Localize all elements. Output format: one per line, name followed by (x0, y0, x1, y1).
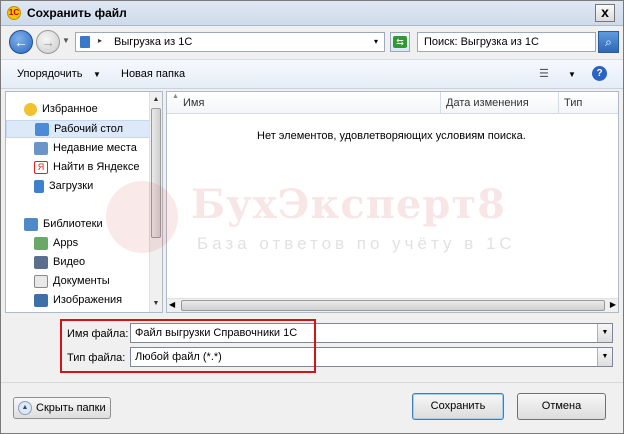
save-button[interactable]: Сохранить (412, 393, 504, 420)
nav-item-label: Документы (53, 275, 110, 287)
column-header-type[interactable]: Тип (559, 92, 618, 114)
nav-item-label: Видео (53, 256, 86, 268)
close-button[interactable]: x (595, 4, 615, 22)
nav-item-apps[interactable]: Apps (34, 234, 78, 252)
nav-item-desktop[interactable]: Рабочий стол (6, 120, 150, 138)
documents-icon (34, 274, 48, 288)
history-dropdown-icon[interactable]: ▼ (62, 36, 70, 45)
watermark-logo-icon (106, 181, 178, 253)
command-toolbar: Упорядочить ▼ Новая папка ☰ ▼ ? (1, 59, 623, 89)
breadcrumb-separator-icon[interactable]: ▸ (98, 36, 102, 45)
nav-item-label: Найти в Яндексе (53, 161, 140, 173)
nav-favorites[interactable]: Избранное (24, 100, 98, 118)
footer-divider (1, 382, 623, 383)
address-dropdown-icon[interactable]: ▾ (374, 37, 378, 46)
scroll-up-icon[interactable]: ▲ (150, 93, 162, 107)
nav-item-label: Недавние места (53, 142, 137, 154)
column-header-label: Имя (183, 97, 205, 109)
nav-item-video[interactable]: Видео (34, 253, 85, 271)
nav-item-yandex[interactable]: Я Найти в Яндексе (34, 158, 139, 176)
view-dropdown-icon[interactable]: ▼ (568, 70, 576, 79)
back-arrow-icon[interactable]: ← (9, 30, 33, 54)
sort-arrow-icon: ▲ (172, 93, 179, 100)
forward-arrow-icon[interactable]: → (36, 30, 60, 54)
scroll-right-icon[interactable]: ▶ (610, 300, 616, 309)
nav-item-documents[interactable]: Документы (34, 272, 110, 290)
filename-dropdown-icon[interactable]: ▼ (597, 324, 612, 342)
refresh-button[interactable]: ⇆ (390, 32, 410, 52)
libraries-icon (24, 217, 38, 231)
nav-item-label: Рабочий стол (54, 123, 124, 135)
downloads-icon (34, 179, 44, 193)
column-header-date[interactable]: Дата изменения (441, 92, 559, 114)
nav-item-downloads[interactable]: Загрузки (34, 177, 93, 195)
nav-item-recent-places[interactable]: Недавние места (34, 139, 137, 157)
search-icon[interactable]: ⌕ (598, 31, 619, 53)
nav-favorites-label: Избранное (42, 103, 98, 115)
hide-folders-label: Скрыть папки (36, 402, 106, 414)
window-title: Сохранить файл (27, 6, 127, 20)
scroll-down-icon[interactable]: ▼ (150, 297, 162, 311)
column-header-name[interactable]: ▲ Имя (167, 92, 441, 114)
new-folder-button[interactable]: Новая папка (121, 68, 185, 80)
scroll-left-icon[interactable]: ◀ (169, 300, 175, 309)
collapse-up-icon: ▲ (18, 401, 32, 415)
desktop-icon (35, 122, 49, 136)
column-header-label: Дата изменения (446, 97, 529, 109)
search-text[interactable]: Поиск: Выгрузка из 1С (424, 36, 539, 48)
recent-places-icon (34, 141, 48, 155)
star-icon (24, 102, 37, 116)
help-icon[interactable]: ? (592, 66, 607, 81)
address-row: ← → ▼ ▸ Выгрузка из 1С ▾ ⇆ Поиск: Выгруз… (1, 27, 623, 57)
hscroll-thumb[interactable] (181, 300, 605, 311)
highlight-box (60, 319, 316, 373)
empty-message: Нет элементов, удовлетворяющих условиям … (257, 130, 526, 142)
apps-icon (34, 236, 48, 250)
column-header-label: Тип (564, 97, 583, 109)
title-bar: 1C Сохранить файл x (1, 1, 623, 26)
watermark-subtitle: База ответов по учёту в 1С (197, 234, 516, 253)
refresh-icon: ⇆ (393, 36, 407, 48)
nav-item-label: Apps (53, 237, 79, 249)
images-icon (34, 293, 48, 307)
video-icon (34, 255, 48, 269)
save-file-dialog: 1C Сохранить файл x ← → ▼ ▸ Выгрузка из … (0, 0, 624, 434)
organize-button[interactable]: Упорядочить (17, 68, 82, 80)
search-input[interactable]: Поиск: Выгрузка из 1С (417, 32, 596, 52)
nav-item-label: Загрузки (49, 180, 94, 192)
view-options-icon[interactable]: ☰ (539, 67, 555, 81)
nav-libraries-label: Библиотеки (43, 218, 103, 230)
nav-libraries[interactable]: Библиотеки (24, 215, 103, 233)
nav-item-images[interactable]: Изображения (34, 291, 122, 309)
file-list-hscrollbar[interactable]: ◀ ▶ (167, 298, 618, 312)
1c-icon: 1C (7, 6, 21, 20)
watermark-title: БухЭксперт8 (191, 181, 507, 228)
cancel-button[interactable]: Отмена (517, 393, 606, 420)
organize-dropdown-icon[interactable]: ▼ (93, 70, 101, 79)
yandex-icon: Я (34, 160, 48, 174)
filetype-dropdown-icon[interactable]: ▼ (597, 348, 612, 366)
address-bar[interactable]: ▸ Выгрузка из 1С ▾ (75, 32, 385, 52)
breadcrumb-path[interactable]: Выгрузка из 1С (114, 36, 192, 48)
nav-item-label: Изображения (53, 294, 123, 306)
folder-icon (80, 36, 90, 48)
hide-folders-button[interactable]: ▲ Скрыть папки (13, 397, 111, 419)
